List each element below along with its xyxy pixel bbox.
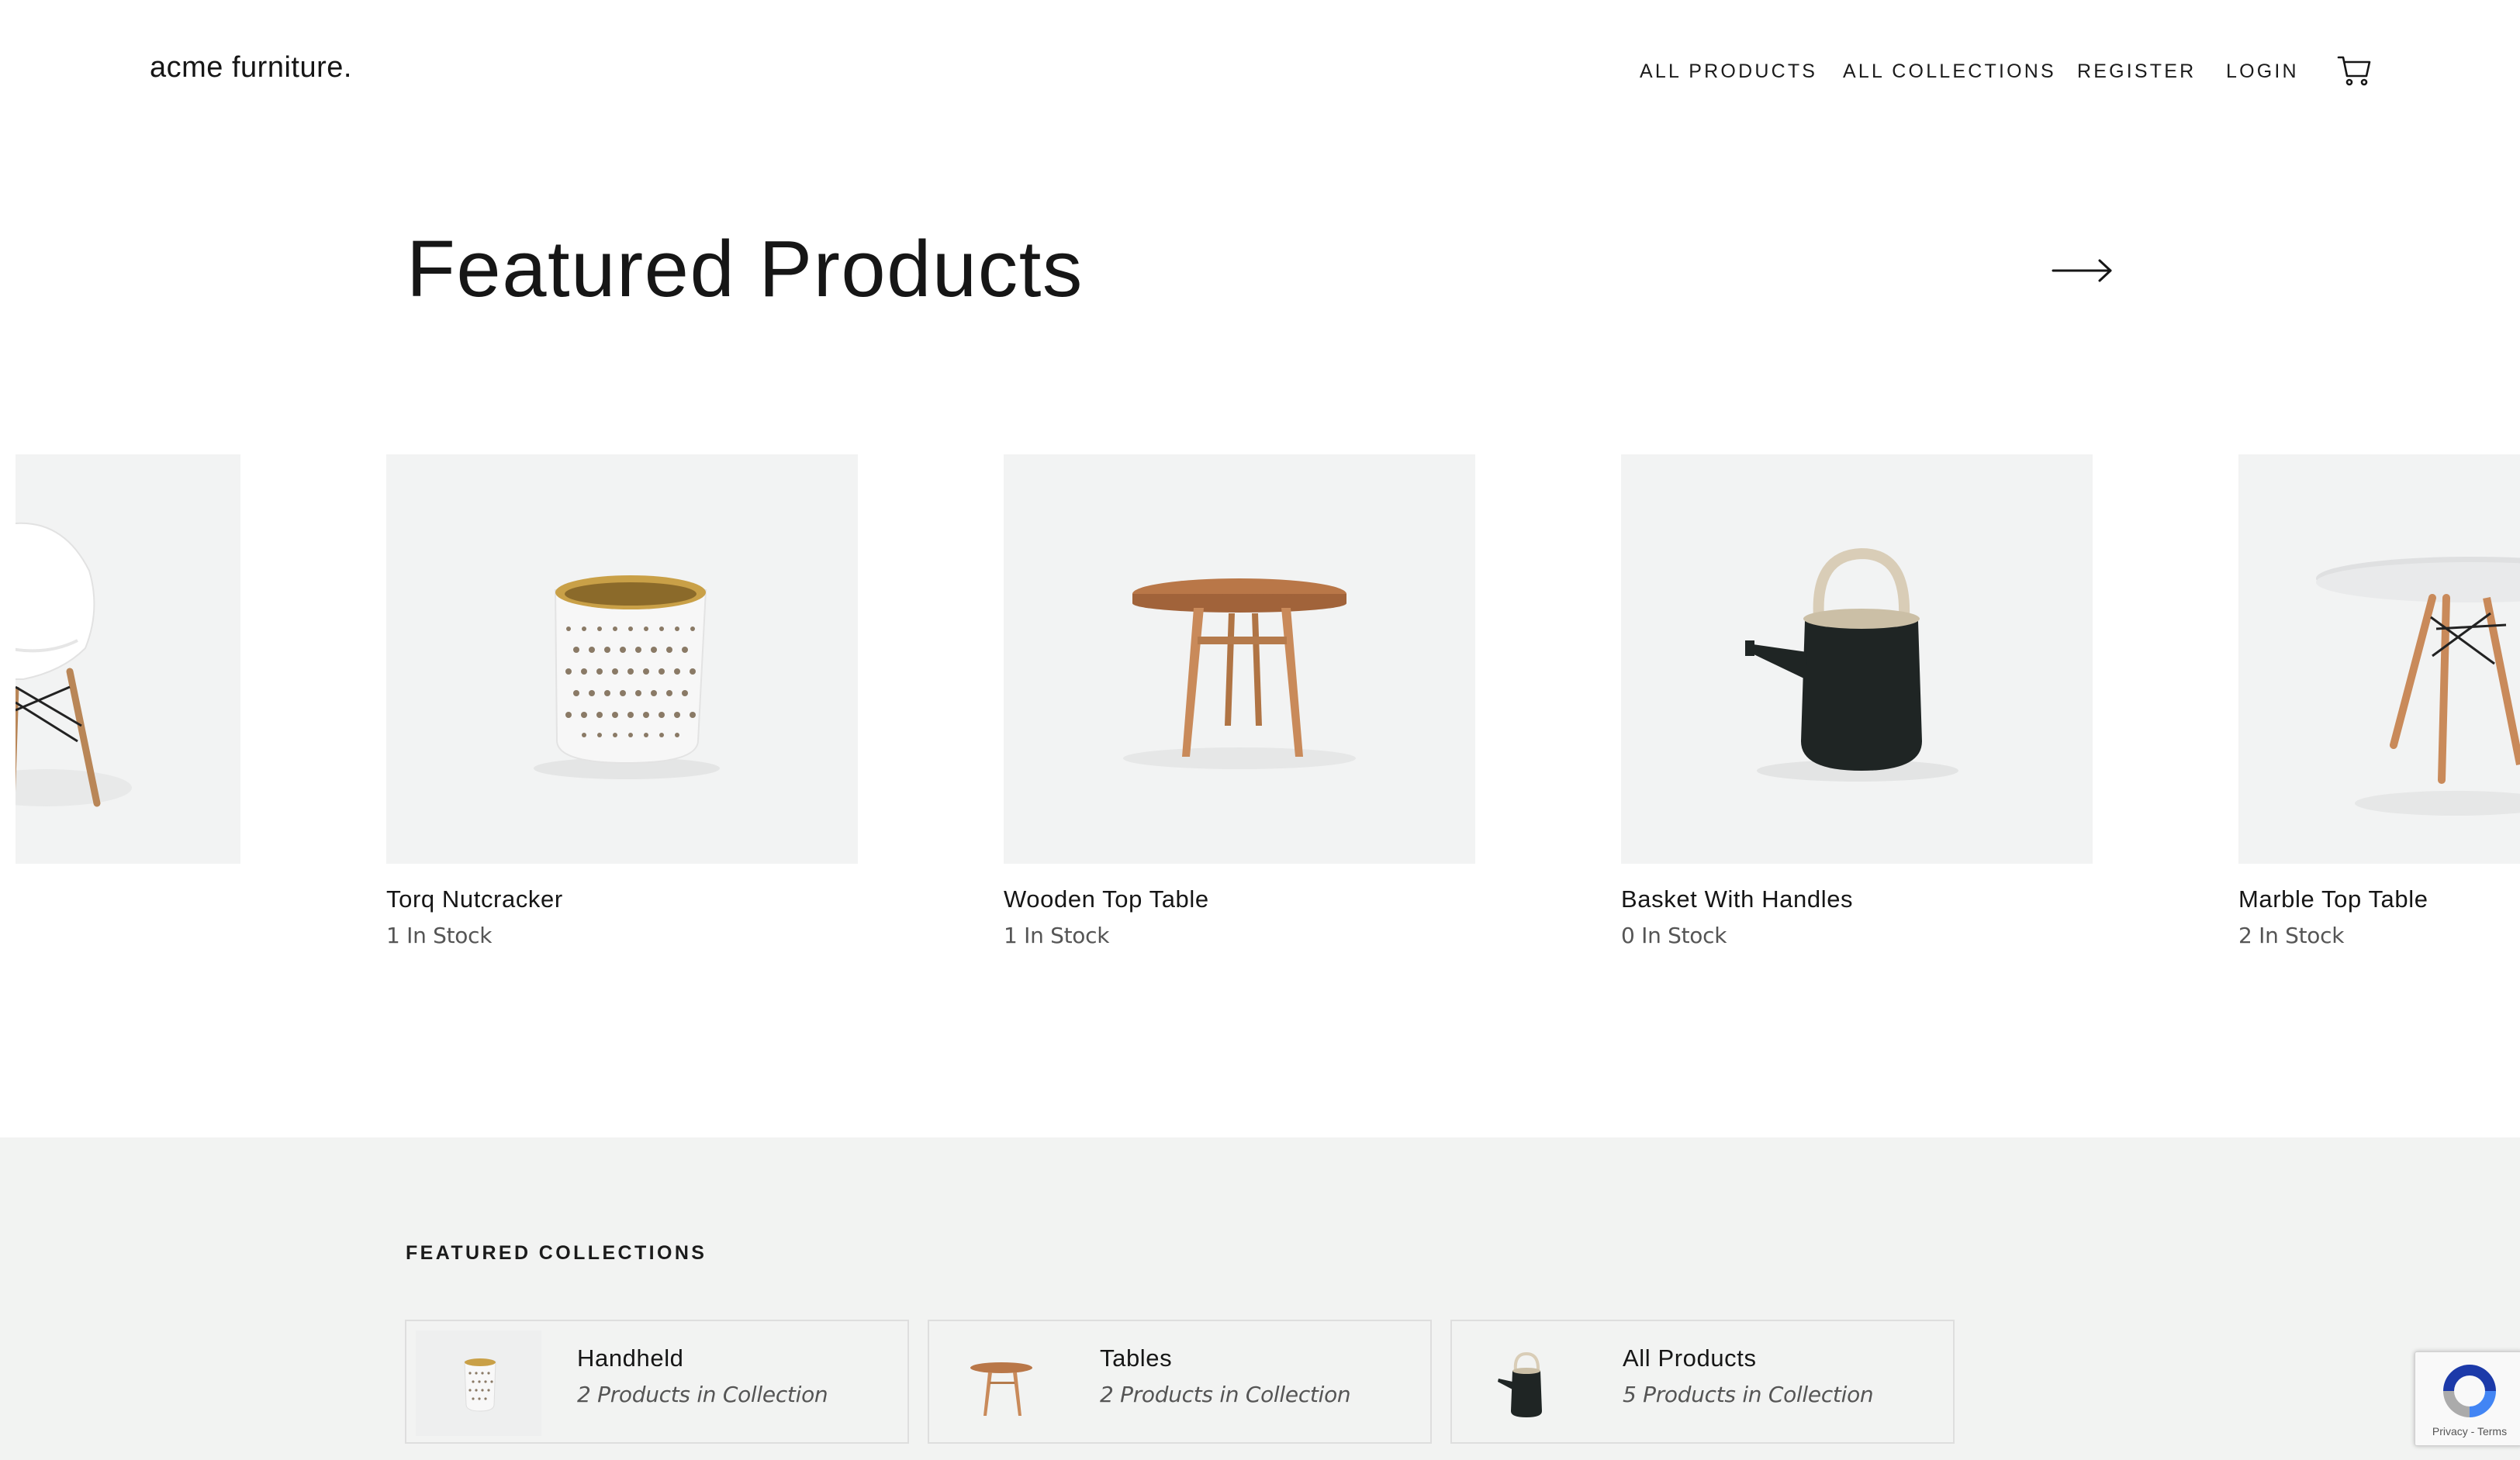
product-card[interactable] bbox=[16, 454, 240, 864]
recaptcha-badge[interactable]: Privacy - Terms bbox=[2415, 1351, 2520, 1446]
collection-name[interactable]: Handheld bbox=[577, 1344, 684, 1372]
collection-card[interactable]: Tables 2 Products in Collection bbox=[928, 1320, 1432, 1444]
product-card[interactable]: Wooden Top Table 1 In Stock bbox=[1004, 454, 1475, 948]
product-image[interactable] bbox=[2238, 454, 2520, 864]
recaptcha-icon bbox=[2443, 1365, 2496, 1417]
product-image[interactable] bbox=[1004, 454, 1475, 864]
product-image[interactable] bbox=[386, 454, 858, 864]
featured-collections-section: FEATURED COLLECTIONS Handheld 2 Products… bbox=[0, 1137, 2520, 1460]
collection-count: 2 Products in Collection bbox=[577, 1382, 828, 1407]
product-name[interactable]: Torq Nutcracker bbox=[386, 885, 563, 913]
nav-register[interactable]: REGISTER bbox=[2077, 60, 2196, 83]
page-title: Featured Products bbox=[406, 224, 1084, 313]
product-name[interactable]: Basket With Handles bbox=[1621, 885, 1853, 913]
brand-logo[interactable]: acme furniture. bbox=[150, 51, 352, 85]
collection-name[interactable]: Tables bbox=[1100, 1344, 1172, 1372]
product-card[interactable]: Marble Top Table 2 In Stock bbox=[2238, 454, 2520, 948]
nav-all-collections[interactable]: ALL COLLECTIONS bbox=[1843, 60, 2056, 83]
collection-thumbnail bbox=[416, 1331, 541, 1436]
product-card[interactable]: Torq Nutcracker 1 In Stock bbox=[386, 454, 858, 948]
collection-card[interactable]: All Products 5 Products in Collection bbox=[1450, 1320, 1955, 1444]
nav-all-products[interactable]: ALL PRODUCTS bbox=[1640, 60, 1817, 83]
product-name[interactable]: Wooden Top Table bbox=[1004, 885, 1209, 913]
collection-name[interactable]: All Products bbox=[1623, 1344, 1757, 1372]
product-name[interactable]: Marble Top Table bbox=[2238, 885, 2428, 913]
cart-icon[interactable] bbox=[2337, 54, 2373, 87]
nav-login[interactable]: LOGIN bbox=[2226, 60, 2299, 83]
arrow-right-icon[interactable] bbox=[2052, 253, 2114, 288]
product-stock: 1 In Stock bbox=[1004, 923, 1110, 948]
product-stock: 0 In Stock bbox=[1621, 923, 1727, 948]
product-image[interactable] bbox=[16, 454, 240, 864]
collection-count: 5 Products in Collection bbox=[1623, 1382, 1874, 1407]
collection-thumbnail bbox=[1461, 1331, 1587, 1436]
product-stock: 2 In Stock bbox=[2238, 923, 2345, 948]
collection-thumbnail bbox=[939, 1331, 1064, 1436]
collection-count: 2 Products in Collection bbox=[1100, 1382, 1351, 1407]
product-stock: 1 In Stock bbox=[386, 923, 493, 948]
recaptcha-links[interactable]: Privacy - Terms bbox=[2415, 1425, 2520, 1438]
product-card[interactable]: Basket With Handles 0 In Stock bbox=[1621, 454, 2093, 948]
collection-card[interactable]: Handheld 2 Products in Collection bbox=[405, 1320, 909, 1444]
section-label: FEATURED COLLECTIONS bbox=[406, 1242, 707, 1264]
product-image[interactable] bbox=[1621, 454, 2093, 864]
